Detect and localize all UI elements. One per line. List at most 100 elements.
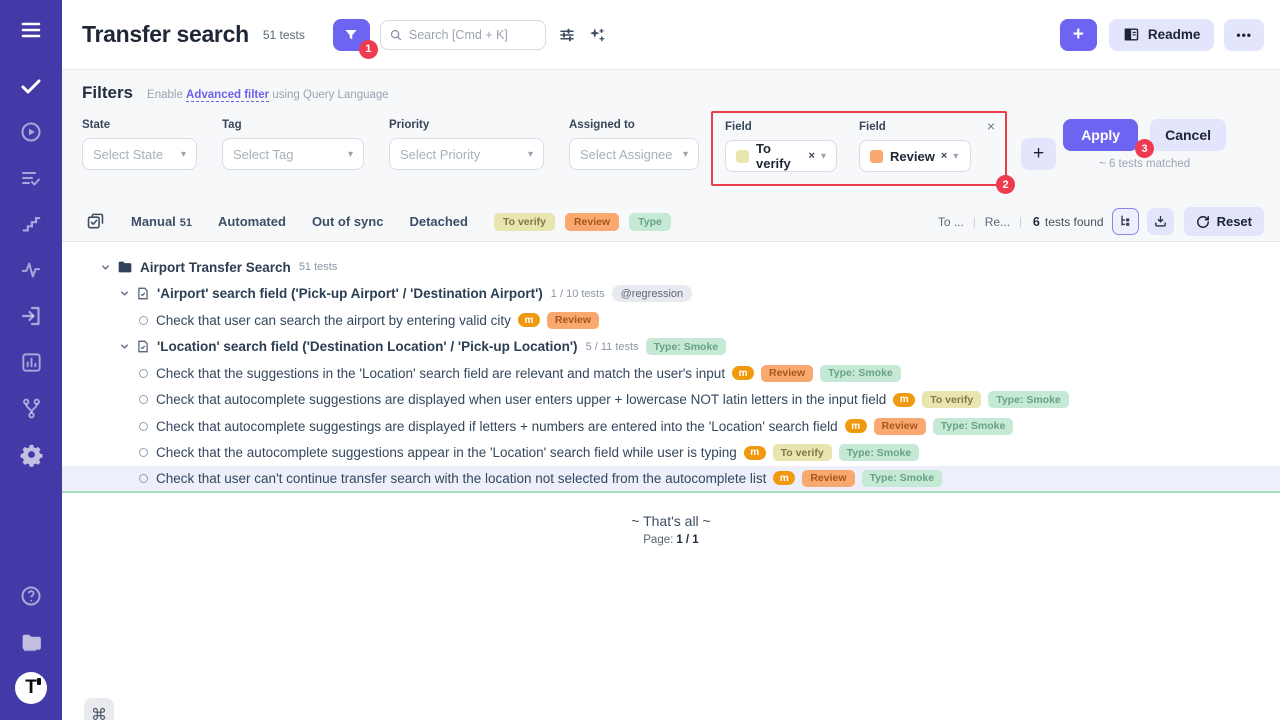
manual-badge: m [518,313,540,327]
remove-chip-icon[interactable]: × [809,150,815,162]
sidebar: T [0,0,62,720]
tree-view-button[interactable] [1112,208,1139,235]
priority-select[interactable]: Select Priority ▾ [389,138,544,170]
state-select[interactable]: Select State ▾ [82,138,197,170]
search-settings-sliders-icon[interactable] [558,26,576,44]
download-button[interactable] [1147,208,1174,235]
advanced-filter-link[interactable]: Advanced filter [186,89,269,102]
activity-pulse-icon[interactable] [9,250,53,290]
remove-chip-icon[interactable]: × [941,150,947,162]
folder-row[interactable]: Airport Transfer Search 51 tests [62,254,1280,281]
close-icon[interactable]: × [987,119,995,133]
chevron-down-icon[interactable] [119,288,130,299]
branch-icon[interactable] [9,388,53,428]
review-badge: Review [761,365,813,382]
type-smoke-badge: Type: Smoke [646,338,727,355]
pagination: Page:1 / 1 [62,534,1280,546]
field-select-review[interactable]: Review × ▾ [859,140,971,172]
apply-group: Apply Cancel 3 ~ 6 tests matched [1063,111,1226,170]
filter-state: State Select State ▾ [82,111,197,170]
select-all-check-square-icon[interactable] [86,212,105,231]
add-button[interactable]: + [1060,19,1097,51]
suite-row[interactable]: 'Location' search field ('Destination Lo… [62,334,1280,361]
test-circle-icon [139,422,148,431]
cancel-button[interactable]: Cancel [1150,119,1226,151]
logo[interactable]: T [9,668,53,708]
filter-pill-to-verify[interactable]: To verify [494,213,555,231]
manual-badge: m [893,393,915,407]
readme-button[interactable]: Readme [1109,19,1215,51]
tests-check-icon[interactable] [9,66,53,106]
tests-matched-text: ~ 6 tests matched [1063,158,1226,170]
milestones-steps-icon[interactable] [9,204,53,244]
reset-button[interactable]: Reset [1184,207,1264,236]
more-button[interactable]: ••• [1224,19,1264,51]
test-row[interactable]: Check that user can search the airport b… [62,307,1280,334]
assignee-label: Assigned to [569,119,699,131]
test-row[interactable]: Check that the autocomplete suggestions … [62,440,1280,467]
page-header: Transfer search 51 tests 1 + [62,0,1280,70]
tab-out-of-sync[interactable]: Out of sync [312,214,384,229]
filter-pill-type[interactable]: Type [629,213,671,231]
caret-down-icon: ▾ [683,149,688,160]
caret-down-icon: ▾ [348,149,353,160]
test-circle-icon [139,395,148,404]
search-input[interactable] [409,28,537,42]
book-icon [1123,26,1140,43]
separator: | [973,216,976,228]
column-re-truncated[interactable]: Re... [985,215,1010,229]
tab-automated[interactable]: Automated [218,214,286,229]
runs-play-icon[interactable] [9,112,53,152]
suite-title: 'Location' search field ('Destination Lo… [157,339,578,354]
import-icon[interactable] [9,296,53,336]
report-chart-icon[interactable] [9,342,53,382]
review-badge: Review [547,312,599,329]
help-icon[interactable] [9,576,53,616]
type-smoke-badge: Type: Smoke [839,444,920,461]
tab-manual[interactable]: Manual51 [131,214,192,229]
tab-detached[interactable]: Detached [409,214,468,229]
filter-assignee: Assigned to Select Assignee ▾ [569,111,699,170]
test-circle-icon [139,316,148,325]
assignee-select[interactable]: Select Assignee ▾ [569,138,699,170]
add-field-button[interactable]: + [1021,138,1056,170]
apply-button[interactable]: Apply [1063,119,1138,151]
search-box[interactable] [380,20,546,50]
folder-icon [117,259,133,275]
test-row-selected[interactable]: Check that user can't continue transfer … [62,466,1280,493]
app-root: T Transfer search 51 tests 1 [0,0,1280,720]
type-smoke-badge: Type: Smoke [988,391,1069,408]
filter-button[interactable]: 1 [333,19,370,51]
ai-sparkles-icon[interactable] [588,26,606,44]
caret-down-icon: ▾ [181,149,186,160]
separator: | [1019,216,1022,228]
folder-title: Airport Transfer Search [140,260,291,275]
test-row[interactable]: Check that autocomplete suggestions are … [62,387,1280,414]
priority-label: Priority [389,119,544,131]
filter-field-2: Field Review × ▾ [859,119,971,172]
test-title: Check that the suggestions in the 'Locat… [156,366,725,381]
tests-found-count: 6 [1033,215,1040,229]
test-row[interactable]: Check that the suggestions in the 'Locat… [62,360,1280,387]
projects-folder-icon[interactable] [9,622,53,662]
settings-gear-icon[interactable] [9,434,53,474]
filter-pill-review[interactable]: Review [565,213,619,231]
to-verify-badge: To verify [922,391,981,408]
test-row[interactable]: Check that autocomplete suggestings are … [62,413,1280,440]
menu-icon[interactable] [9,10,53,50]
funnel-icon [343,27,359,43]
chevron-down-icon[interactable] [100,262,111,273]
manual-badge: m [732,366,754,380]
caret-down-icon: ▾ [528,149,533,160]
tag-select[interactable]: Select Tag ▾ [222,138,364,170]
filters-hint: Enable Advanced filter using Query Langu… [147,89,389,101]
chevron-down-icon[interactable] [119,341,130,352]
type-smoke-badge: Type: Smoke [862,470,943,487]
column-to-truncated[interactable]: To ... [938,215,964,229]
suite-row[interactable]: 'Airport' search field ('Pick-up Airport… [62,281,1280,308]
plans-list-check-icon[interactable] [9,158,53,198]
field-select-to-verify[interactable]: To verify × ▾ [725,140,837,172]
to-verify-badge: To verify [773,444,832,461]
command-icon: ⌘ [91,705,107,720]
command-key-button[interactable]: ⌘ [84,698,114,720]
